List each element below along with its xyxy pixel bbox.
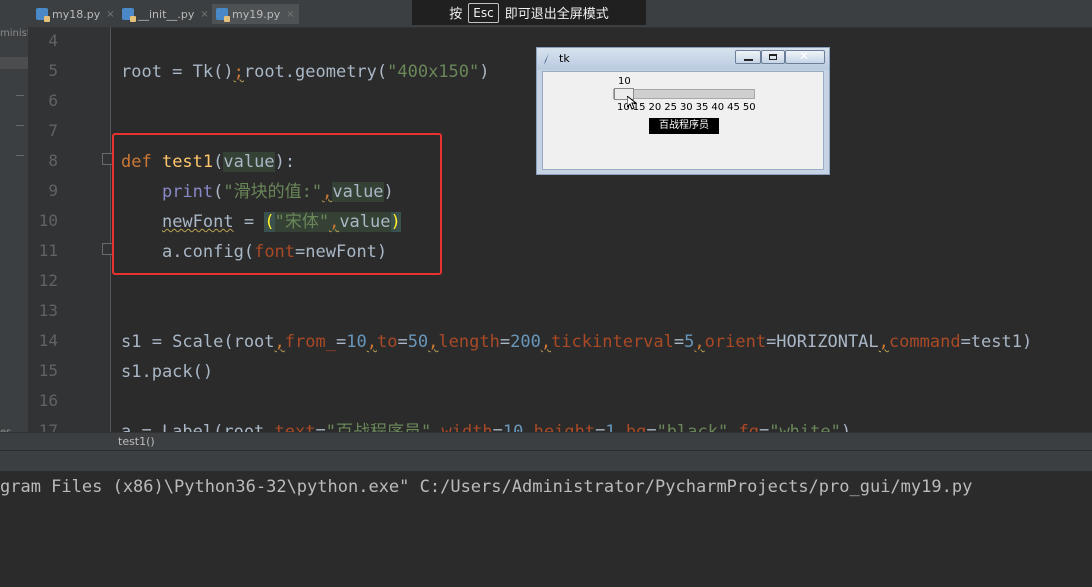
tab-label: my19.py — [232, 7, 281, 21]
breadcrumb: test1() — [0, 432, 1092, 451]
line-number: 4 — [48, 31, 58, 50]
breadcrumb-item[interactable]: test1() — [118, 435, 155, 448]
tab-my19[interactable]: my19.py × — [212, 4, 299, 24]
tick-label: 30 — [679, 102, 693, 113]
line-number: 10 — [38, 211, 58, 230]
close-tab-icon[interactable]: × — [106, 9, 114, 20]
line-number: 9 — [48, 181, 58, 200]
close-tab-icon[interactable]: × — [200, 9, 208, 20]
tree-guide — [16, 125, 24, 126]
tk-client-area: 10 10 15 20 25 30 35 40 45 50 百战程序员 — [542, 71, 824, 170]
line-number: 6 — [48, 91, 58, 110]
console-command-line: gram Files (x86)\Python36-32\python.exe"… — [0, 477, 973, 497]
tab-init[interactable]: __init__.py × — [122, 4, 209, 24]
minimize-button[interactable] — [735, 50, 761, 64]
python-file-icon — [216, 8, 230, 22]
line-number: 12 — [38, 271, 58, 290]
hint-suffix: 即可退出全屏模式 — [504, 7, 609, 22]
maximize-icon — [769, 54, 777, 60]
line-number: 15 — [38, 361, 58, 380]
close-icon: ✕ — [799, 49, 810, 63]
minimize-icon — [744, 59, 753, 61]
hint-prefix: 按 — [449, 7, 463, 22]
tick-label: 25 — [664, 102, 677, 113]
highlight-box — [112, 133, 442, 275]
line-number: 16 — [38, 391, 58, 410]
tick-label: 35 — [695, 102, 709, 113]
code-line-14: s1 = Scale(root,from_=10,to=50,length=20… — [121, 332, 1033, 352]
tk-window-title: tk — [559, 52, 570, 65]
tick-label: 45 — [727, 102, 740, 113]
line-number: 14 — [38, 331, 58, 350]
code-line-15: s1.pack() — [121, 362, 214, 382]
scale-tick-labels: 10 15 20 25 30 35 40 45 50 — [617, 102, 759, 113]
selected-tree-row[interactable] — [0, 57, 28, 69]
feather-icon — [544, 53, 549, 65]
tick-label: 40 — [711, 102, 725, 113]
mouse-cursor-icon — [627, 96, 637, 110]
code-line-17: a = Label(root,text="百战程序员",width=10,hei… — [121, 422, 852, 432]
line-number: 5 — [48, 61, 58, 80]
scale-value: 10 — [618, 76, 631, 87]
line-number: 7 — [48, 121, 58, 140]
tree-guide — [16, 155, 24, 156]
code-line-5: root = Tk();root.geometry("400x150") — [121, 62, 490, 82]
tick-label: 20 — [648, 102, 662, 113]
tk-window[interactable]: tk ✕ 10 10 15 20 25 30 35 40 45 50 百战程序员 — [536, 47, 830, 175]
tk-titlebar[interactable]: tk ✕ — [537, 48, 829, 70]
close-button[interactable]: ✕ — [785, 49, 825, 64]
tk-label: 百战程序员 — [649, 118, 719, 134]
close-tab-icon[interactable]: × — [286, 9, 294, 20]
tab-my18[interactable]: my18.py × — [36, 4, 115, 24]
esc-key-badge: Esc — [468, 2, 499, 23]
line-number: 11 — [38, 241, 58, 260]
project-panel-edge: ministr es — [0, 27, 28, 447]
python-file-icon — [36, 8, 50, 22]
fullscreen-hint: 按 Esc 即可退出全屏模式 — [412, 0, 646, 25]
line-number: 13 — [38, 301, 58, 320]
line-number-gutter: 4 5 6 7 8 9 10 11 12 13 14 15 16 17 — [28, 27, 114, 440]
run-console[interactable]: gram Files (x86)\Python36-32\python.exe"… — [0, 471, 1092, 587]
tree-guide — [16, 95, 24, 96]
panel-divider[interactable] — [0, 450, 1092, 472]
tab-label: my18.py — [52, 7, 101, 21]
line-number: 8 — [48, 151, 58, 170]
python-file-icon — [122, 8, 136, 22]
maximize-button[interactable] — [761, 50, 785, 64]
tab-label: __init__.py — [138, 7, 195, 21]
tick-label: 50 — [742, 102, 756, 113]
project-tree-fragment: ministr — [0, 28, 28, 39]
